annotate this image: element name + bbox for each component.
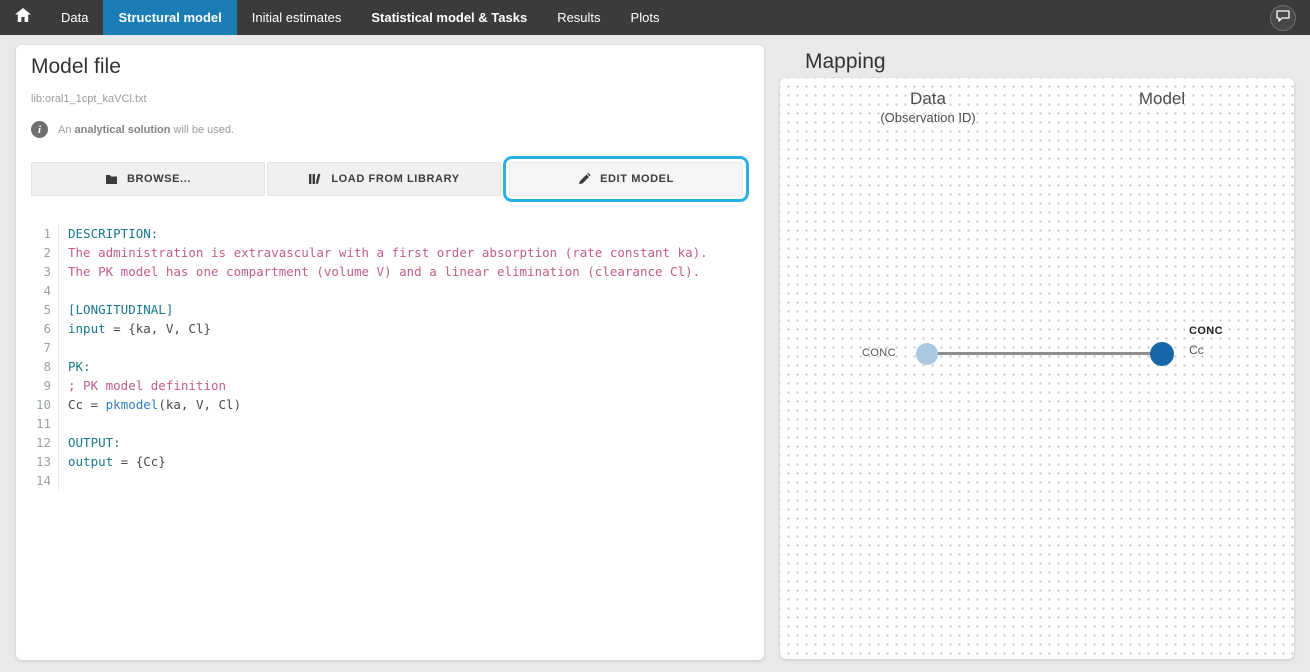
line-number: 10 [31,395,59,414]
browse-button-label: BROWSE... [127,173,191,185]
code-line: 1DESCRIPTION: [31,224,749,243]
line-number: 2 [31,243,59,262]
mapping-data-subheader: (Observation ID) [880,110,975,125]
tab-plots[interactable]: Plots [616,0,675,35]
mapping-model-label-group: CONC Cc [1189,325,1223,357]
home-icon [15,8,31,27]
edit-model-button-label: EDIT MODEL [600,173,674,185]
mapping-section: Mapping Data (Observation ID) Model CONC… [780,45,1294,659]
line-number: 14 [31,471,59,490]
mapping-model-header: Model [1139,89,1185,109]
line-number: 8 [31,357,59,376]
code-line-content: output = {Cc} [59,452,166,471]
load-from-library-button[interactable]: LOAD FROM LIBRARY [267,162,501,196]
code-line-content [59,471,68,490]
code-line: 14 [31,471,749,490]
load-from-library-button-label: LOAD FROM LIBRARY [331,173,459,185]
browse-icon [105,173,118,185]
line-number: 4 [31,281,59,300]
code-line: 6input = {ka, V, Cl} [31,319,749,338]
line-number: 12 [31,433,59,452]
home-button[interactable] [0,0,46,35]
line-number: 11 [31,414,59,433]
code-line-content: Cc = pkmodel(ka, V, Cl) [59,395,241,414]
chat-icon [1276,9,1290,27]
tab-structural-model[interactable]: Structural model [103,0,236,35]
load-from-library-button-cell: LOAD FROM LIBRARY [267,162,501,196]
line-number: 9 [31,376,59,395]
top-nav: DataStructural modelInitial estimatesSta… [0,0,1310,35]
mapping-data-label: CONC [826,347,896,359]
code-line: 5[LONGITUDINAL] [31,300,749,319]
code-line-content: input = {ka, V, Cl} [59,319,211,338]
model-file-title: Model file [31,55,749,79]
code-line: 7 [31,338,749,357]
line-number: 7 [31,338,59,357]
code-line-content: The administration is extravascular with… [59,243,708,262]
browse-button-cell: BROWSE... [31,162,265,196]
model-code-editor[interactable]: 1DESCRIPTION:2The administration is extr… [31,224,749,490]
analytical-solution-note: An analytical solution will be used. [58,124,234,136]
code-line: 11 [31,414,749,433]
line-number: 1 [31,224,59,243]
mapping-data-header: Data [910,89,946,109]
model-file-path: lib:oral1_1cpt_kaVCl.txt [31,93,749,105]
mapping-title: Mapping [805,45,1294,78]
line-number: 13 [31,452,59,471]
tab-statistical-model-tasks[interactable]: Statistical model & Tasks [356,0,542,35]
info-row: i An analytical solution will be used. [31,121,749,138]
code-line-content: [LONGITUDINAL] [59,300,173,319]
edit-model-button[interactable]: EDIT MODEL [509,162,743,196]
code-line: 2The administration is extravascular wit… [31,243,749,262]
code-line: 10Cc = pkmodel(ka, V, Cl) [31,395,749,414]
tab-data[interactable]: Data [46,0,103,35]
model-buttons-row: BROWSE... LOAD FROM LIBRARY EDIT MODEL [31,162,749,196]
model-file-panel: Model file lib:oral1_1cpt_kaVCl.txt i An… [16,45,764,660]
mapping-panel: Data (Observation ID) Model CONC CONC Cc [780,78,1294,659]
browse-button[interactable]: BROWSE... [31,162,265,196]
code-line-content: ; PK model definition [59,376,226,395]
tab-results[interactable]: Results [542,0,615,35]
mapping-data-handle[interactable] [916,343,938,365]
edit-model-highlight-ring: EDIT MODEL [503,156,749,202]
mapping-model-label: CONC [1189,325,1223,337]
code-line-content [59,414,68,433]
line-number: 3 [31,262,59,281]
code-line: 13output = {Cc} [31,452,749,471]
nav-spacer [674,0,1270,35]
line-number: 6 [31,319,59,338]
code-line: 9; PK model definition [31,376,749,395]
code-line: 12OUTPUT: [31,433,749,452]
line-number: 5 [31,300,59,319]
tab-initial-estimates[interactable]: Initial estimates [237,0,357,35]
info-icon[interactable]: i [31,121,48,138]
chat-button[interactable] [1270,5,1296,31]
code-line-content: OUTPUT: [59,433,121,452]
code-line-content: PK: [59,357,91,376]
library-icon [308,173,322,185]
code-line-content: The PK model has one compartment (volume… [59,262,700,281]
code-line: 3The PK model has one compartment (volum… [31,262,749,281]
nav-tabs: DataStructural modelInitial estimatesSta… [46,0,674,35]
code-line: 8PK: [31,357,749,376]
mapping-model-sublabel: Cc [1189,343,1223,357]
mapping-connector-line [927,352,1162,355]
edit-icon [578,173,591,185]
mapping-model-handle[interactable] [1150,342,1174,366]
code-line-content: DESCRIPTION: [59,224,158,243]
code-line-content [59,338,68,357]
code-line: 4 [31,281,749,300]
code-line-content [59,281,68,300]
